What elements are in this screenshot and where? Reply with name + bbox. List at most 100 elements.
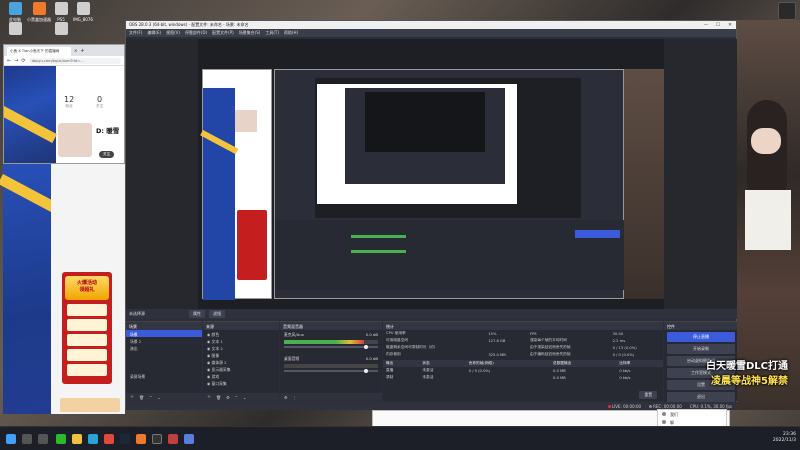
scene-item[interactable]: 场景 (126, 330, 202, 337)
source-item[interactable]: ◉ 文本 1 (203, 337, 279, 344)
desktop-icon-4[interactable] (2, 22, 28, 37)
follow-button[interactable]: 关注 (99, 151, 115, 158)
browser-tab[interactable]: 小鱼 X Tian小鱼天下 的直播间 (7, 47, 71, 56)
system-clock[interactable]: 23:36 2022/11/3 (773, 432, 796, 444)
folder-icon[interactable] (72, 434, 82, 444)
source-item[interactable]: ◉ 显示器采集 (203, 365, 279, 372)
menu-docks[interactable]: 停靠部件(D) (185, 30, 207, 36)
rec-timer: REC: 00:00:00 (649, 404, 682, 409)
scene-item[interactable] (126, 358, 202, 365)
sources-footer: ＋ 🗑 ⚙ ⌃ ⌄ (203, 393, 279, 401)
gear-icon[interactable]: ⚙ (226, 395, 230, 400)
menu-view[interactable]: 视图(V) (166, 30, 180, 36)
start-recording-button[interactable]: 开始录制 (667, 344, 735, 354)
obs-icon[interactable] (152, 434, 162, 444)
chevron-down-icon[interactable]: ⌄ (157, 395, 160, 400)
chevron-down-icon[interactable]: ⌄ (243, 395, 246, 400)
volume-slider[interactable] (284, 369, 378, 373)
page-banner-lower (0, 164, 65, 414)
app-icon[interactable] (136, 434, 146, 444)
scene-item[interactable] (126, 351, 202, 358)
folder-icon (8, 22, 22, 35)
sources-dock: 来源 ◉ 颜色 ◉ 文本 1 ◉ 文本 2 ◉ 图像 ◉ 媒体源 2 ◉ 显示器… (203, 321, 279, 401)
desktop-icon-0[interactable]: 此电脑 (2, 2, 28, 23)
menu-help[interactable]: 帮助(H) (284, 30, 298, 36)
avatar-icon[interactable] (778, 2, 796, 20)
avatar[interactable] (58, 123, 92, 157)
scene-item[interactable]: 演出 (126, 344, 202, 351)
remove-icon[interactable]: 🗑 (139, 395, 144, 400)
edge-icon[interactable] (88, 434, 98, 444)
close-icon[interactable]: ✕ (724, 23, 736, 28)
audio-mixer-dock: 音频混音器 麦克风/Aux 0.0 dB 桌面音频 0.0 dB ⚙ ⋮ (280, 321, 382, 401)
source-item[interactable]: ◉ 颜色 (203, 330, 279, 337)
stats-table: CPU 使用率 15% FPS 30.00 可用磁盘空间 127.8 GB 渲染每个帧的平… (383, 330, 663, 358)
source-item[interactable]: ◉ 媒体源 2 (203, 358, 279, 365)
preview-canvas[interactable] (198, 39, 664, 319)
menu-scene-collection[interactable]: 场景集合(S) (239, 30, 261, 36)
accelerator-icon (32, 2, 46, 15)
preview-anime-edge (624, 69, 664, 299)
start-icon[interactable] (6, 434, 16, 444)
reset-button[interactable]: 重置 (639, 391, 657, 399)
steam-icon[interactable] (120, 434, 130, 444)
menu-tools[interactable]: 工具(T) (265, 30, 279, 36)
exit-button[interactable]: 退出 (667, 392, 735, 402)
promo-row[interactable] (67, 319, 107, 331)
gift-banner[interactable] (60, 398, 120, 412)
app-icon[interactable] (168, 434, 178, 444)
context-menu-item[interactable]: 聊 (658, 418, 726, 426)
output-row-stream: 直播 未激活 0 / 0 (0.0%) 0.0 MB 0 kb/s (386, 368, 631, 373)
menu-edit[interactable]: 编辑(E) (147, 30, 161, 36)
desktop-icon-3[interactable]: IMG_8076 (70, 2, 96, 22)
filters-button[interactable]: 滤镜 (209, 310, 225, 318)
new-tab-icon[interactable]: + (80, 48, 84, 54)
output-header-row: 输出 状态 丢弃的帧(网络) 总数据输出 比特率 (383, 360, 663, 367)
gear-icon[interactable]: ⚙ (284, 395, 288, 400)
more-icon[interactable]: ⋮ (293, 395, 297, 400)
chevron-up-icon[interactable]: ⌃ (149, 395, 152, 400)
scene-item[interactable]: 录屏场景 (126, 372, 202, 379)
scene-item[interactable]: 场景 2 (126, 337, 202, 344)
search-icon[interactable] (22, 434, 32, 444)
taskbar: 23:36 2022/11/3 (0, 426, 800, 450)
forward-icon[interactable]: → (14, 58, 18, 64)
scene-item[interactable] (126, 365, 202, 372)
back-icon[interactable]: ← (7, 58, 11, 64)
promo-badge: 火爆活动 领超礼 (65, 276, 109, 300)
chrome-icon[interactable] (104, 434, 114, 444)
image-file-icon (76, 2, 90, 15)
promo-row[interactable] (67, 349, 107, 361)
window-title: OBS 28.0.3 (64-bit, windows) - 配置文件: 未命名… (129, 22, 249, 27)
maximize-icon[interactable]: ☐ (712, 23, 724, 28)
rec-dot-icon (649, 404, 653, 408)
desktop-icon-5[interactable] (48, 22, 74, 37)
minimize-icon[interactable]: — (700, 23, 712, 28)
promo-row[interactable] (67, 364, 107, 376)
context-menu-item[interactable]: 我们 (658, 410, 726, 418)
properties-button[interactable]: 属性 (189, 310, 205, 318)
promo-row[interactable] (67, 334, 107, 346)
volume-slider[interactable] (284, 345, 378, 349)
source-item[interactable]: ◉ 图像 (203, 351, 279, 358)
stat-follow: 0 关注 (96, 95, 104, 108)
stop-streaming-button[interactable]: 停止直播 (667, 332, 735, 342)
app-icon[interactable] (184, 434, 194, 444)
wechat-icon[interactable] (56, 434, 66, 444)
close-icon[interactable]: ✕ (74, 48, 77, 53)
menu-file[interactable]: 文件(F) (129, 30, 142, 36)
source-item[interactable]: ◉ 窗口采集 (203, 379, 279, 386)
add-icon[interactable]: ＋ (207, 394, 211, 400)
source-item[interactable]: ◉ 文本 2 (203, 344, 279, 351)
menu-profile[interactable]: 配置文件(P) (212, 30, 234, 36)
promo-row[interactable] (67, 304, 107, 316)
chevron-up-icon[interactable]: ⌃ (235, 395, 238, 400)
remove-icon[interactable]: 🗑 (216, 395, 221, 400)
promo-widget[interactable]: 火爆活动 领超礼 (62, 272, 112, 384)
reload-icon[interactable]: ⟳ (21, 58, 25, 64)
add-icon[interactable]: ＋ (130, 394, 134, 400)
address-bar[interactable]: douyu.com/topic/xxm?rid=... (28, 57, 121, 64)
volume-meter (284, 340, 378, 344)
task-view-icon[interactable] (38, 434, 48, 444)
source-item[interactable]: ◉ 游戏 (203, 372, 279, 379)
